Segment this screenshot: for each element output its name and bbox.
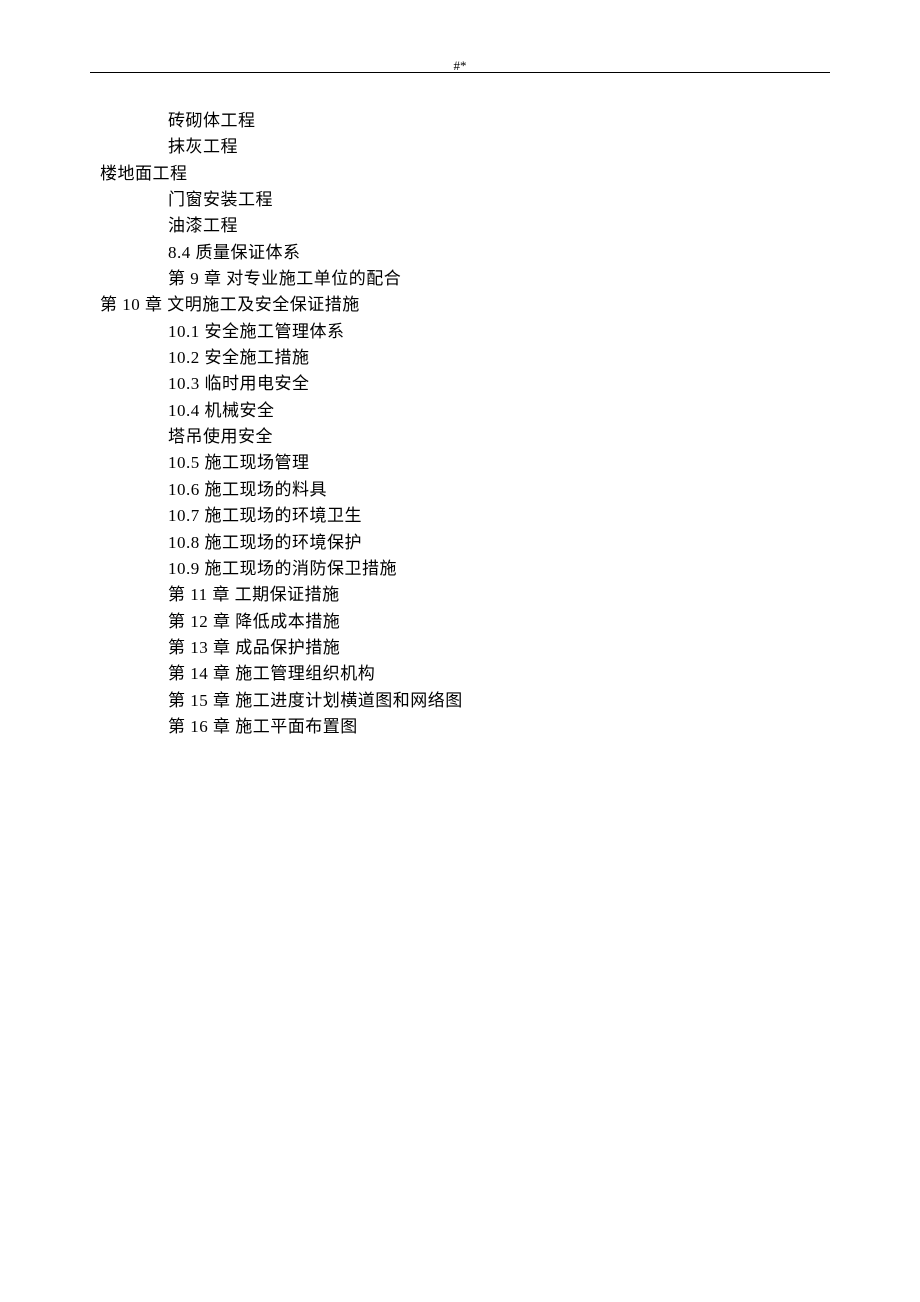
- toc-line: 门窗安装工程: [90, 187, 830, 213]
- toc-line: 10.5 施工现场管理: [90, 450, 830, 476]
- toc-line: 10.2 安全施工措施: [90, 345, 830, 371]
- toc-line: 抹灰工程: [90, 134, 830, 160]
- toc-line: 第 16 章 施工平面布置图: [90, 714, 830, 740]
- toc-line: 10.7 施工现场的环境卫生: [90, 503, 830, 529]
- toc-line: 砖砌体工程: [90, 108, 830, 134]
- toc-line: 第 11 章 工期保证措施: [90, 582, 830, 608]
- toc-content: 砖砌体工程抹灰工程楼地面工程门窗安装工程油漆工程8.4 质量保证体系第 9 章 …: [90, 108, 830, 740]
- toc-line: 10.9 施工现场的消防保卫措施: [90, 556, 830, 582]
- toc-line: 第 15 章 施工进度计划横道图和网络图: [90, 688, 830, 714]
- toc-line: 第 9 章 对专业施工单位的配合: [90, 266, 830, 292]
- toc-line: 10.3 临时用电安全: [90, 371, 830, 397]
- toc-line: 10.8 施工现场的环境保护: [90, 530, 830, 556]
- toc-line: 第 12 章 降低成本措施: [90, 609, 830, 635]
- toc-line: 10.1 安全施工管理体系: [90, 319, 830, 345]
- toc-line: 楼地面工程: [90, 161, 830, 187]
- page-header: #*: [90, 60, 830, 80]
- toc-line: 第 13 章 成品保护措施: [90, 635, 830, 661]
- toc-line: 10.4 机械安全: [90, 398, 830, 424]
- document-page: #* 砖砌体工程抹灰工程楼地面工程门窗安装工程油漆工程8.4 质量保证体系第 9…: [0, 0, 920, 740]
- header-rule: [90, 72, 830, 73]
- toc-line: 10.6 施工现场的料具: [90, 477, 830, 503]
- toc-line: 8.4 质量保证体系: [90, 240, 830, 266]
- toc-line: 第 10 章 文明施工及安全保证措施: [90, 292, 830, 318]
- toc-line: 第 14 章 施工管理组织机构: [90, 661, 830, 687]
- toc-line: 油漆工程: [90, 213, 830, 239]
- toc-line: 塔吊使用安全: [90, 424, 830, 450]
